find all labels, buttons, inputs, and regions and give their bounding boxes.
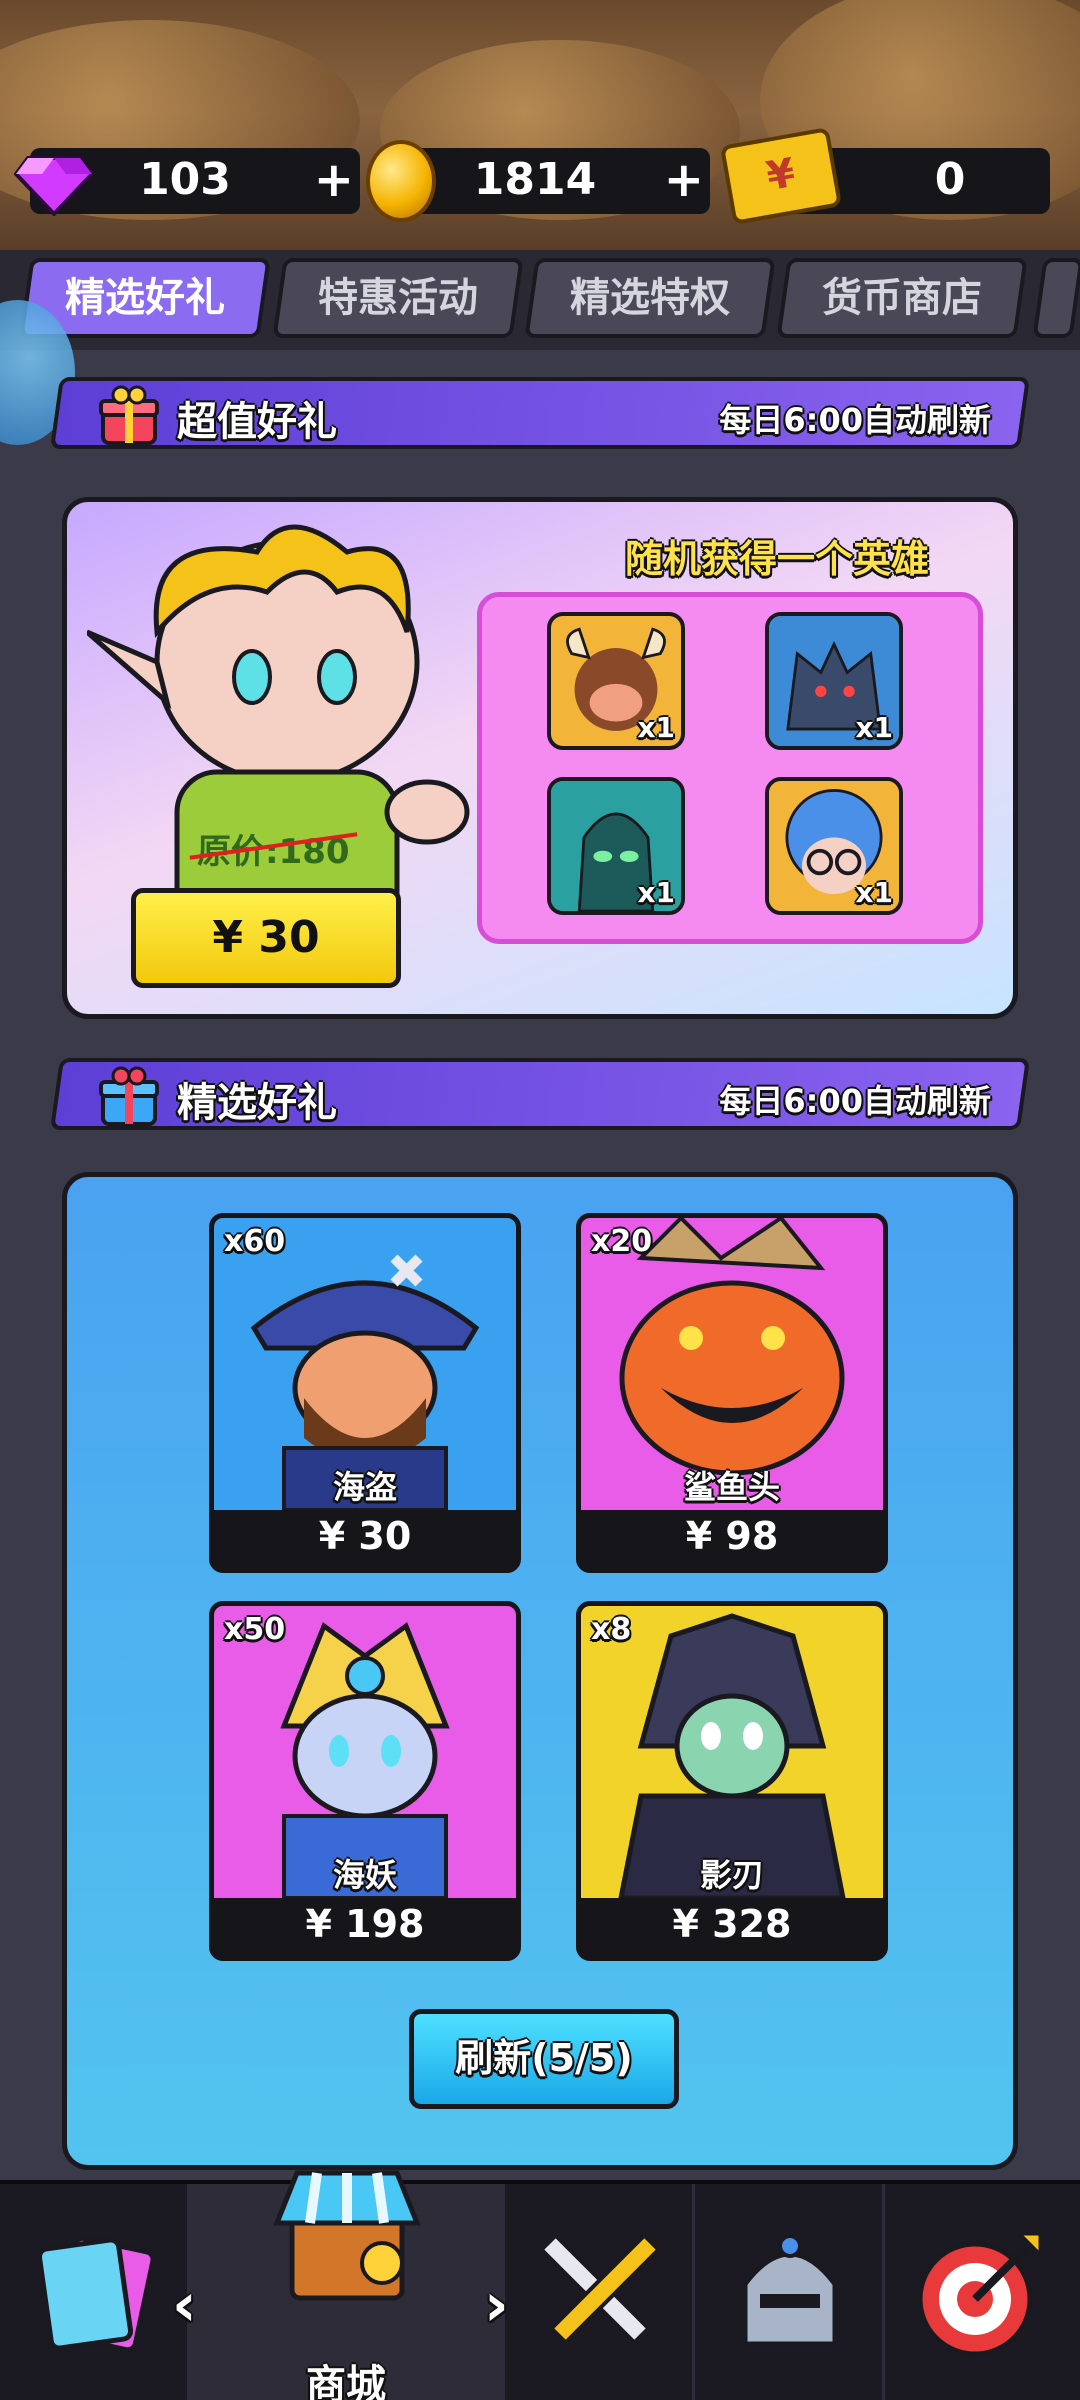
gift-icon xyxy=(99,385,159,445)
coin-amount: 1814 xyxy=(473,154,597,205)
minotaur-hero-icon[interactable]: x1 xyxy=(547,612,685,750)
original-price: 原价:180 xyxy=(197,824,350,873)
add-gems-button[interactable]: + xyxy=(314,152,354,208)
currency-bar: 103 + 1814 + 0 ¥ xyxy=(14,127,1060,225)
tab-currency-shop[interactable]: 货币商店 xyxy=(776,258,1028,338)
section-title: 精选好礼 xyxy=(177,1080,337,1126)
selected-gifts-panel: x60 海盗 ¥ 30 x20 鲨鱼头 ¥ 98 x50 海妖 ¥ 198 x8… xyxy=(62,1172,1018,2170)
nav-battle[interactable] xyxy=(505,2184,695,2400)
gift-item-shark-head[interactable]: x20 鲨鱼头 ¥ 98 xyxy=(576,1213,888,1573)
random-hero-title: 随机获得一个英雄 xyxy=(624,537,929,581)
tab-overflow[interactable] xyxy=(1032,258,1080,338)
ticket-amount: 0 xyxy=(934,154,966,205)
crossed-swords-icon xyxy=(541,2235,659,2343)
bottom-navigation: 商城 ‹ › xyxy=(0,2170,1080,2400)
nav-missions[interactable] xyxy=(885,2184,1080,2400)
refresh-note: 每日6:00自动刷新 xyxy=(719,1082,991,1120)
gem-icon xyxy=(14,156,94,216)
buy-promo-button[interactable]: ¥ 30 xyxy=(131,888,401,988)
item-price: ¥ 30 xyxy=(318,1514,412,1558)
item-price: ¥ 328 xyxy=(672,1902,792,1946)
coin-icon xyxy=(366,140,436,222)
shop-tab-bar: 精选好礼 特惠活动 精选特权 货币商店 xyxy=(0,250,1080,350)
gift-item-pirate[interactable]: x60 海盗 ¥ 30 xyxy=(209,1213,521,1573)
section-title: 超值好礼 xyxy=(177,399,337,445)
cards-icon xyxy=(36,2235,156,2353)
shop-icon xyxy=(273,2170,421,2301)
nav-cards[interactable] xyxy=(0,2184,190,2400)
glasses-girl-hero-icon[interactable]: x1 xyxy=(765,777,903,915)
item-price: ¥ 198 xyxy=(305,1902,425,1946)
nav-prev-arrow[interactable]: ‹ xyxy=(172,2270,197,2340)
super-value-header: 超值好礼 每日6:00自动刷新 xyxy=(49,377,1031,449)
selected-gifts-header: 精选好礼 每日6:00自动刷新 xyxy=(49,1058,1031,1130)
target-icon xyxy=(917,2232,1042,2357)
gift-icon xyxy=(99,1066,159,1126)
gift-item-shadow-blade[interactable]: x8 影刃 ¥ 328 xyxy=(576,1601,888,1961)
werewolf-hero-icon[interactable]: x1 xyxy=(765,612,903,750)
add-coins-button[interactable]: + xyxy=(664,152,704,208)
nav-shop[interactable]: 商城 xyxy=(190,2170,505,2400)
gem-amount: 103 xyxy=(139,154,231,205)
ghost-hero-icon[interactable]: x1 xyxy=(547,777,685,915)
gift-item-siren[interactable]: x50 海妖 ¥ 198 xyxy=(209,1601,521,1961)
nav-heroes[interactable] xyxy=(695,2184,885,2400)
refresh-note: 每日6:00自动刷新 xyxy=(719,401,991,439)
random-hero-promo-card[interactable]: 原价:180 ¥ 30 随机获得一个英雄 x1 x1 x1 x1 xyxy=(62,497,1018,1019)
knight-helmet-icon xyxy=(742,2234,838,2347)
hero-pool-box: x1 x1 x1 x1 xyxy=(477,592,983,944)
tab-special-events[interactable]: 特惠活动 xyxy=(272,258,524,338)
nav-shop-label: 商城 xyxy=(306,2362,386,2400)
tab-featured-privileges[interactable]: 精选特权 xyxy=(524,258,776,338)
item-price: ¥ 98 xyxy=(685,1514,779,1558)
refresh-button[interactable]: 刷新(5/5) xyxy=(409,2009,679,2109)
